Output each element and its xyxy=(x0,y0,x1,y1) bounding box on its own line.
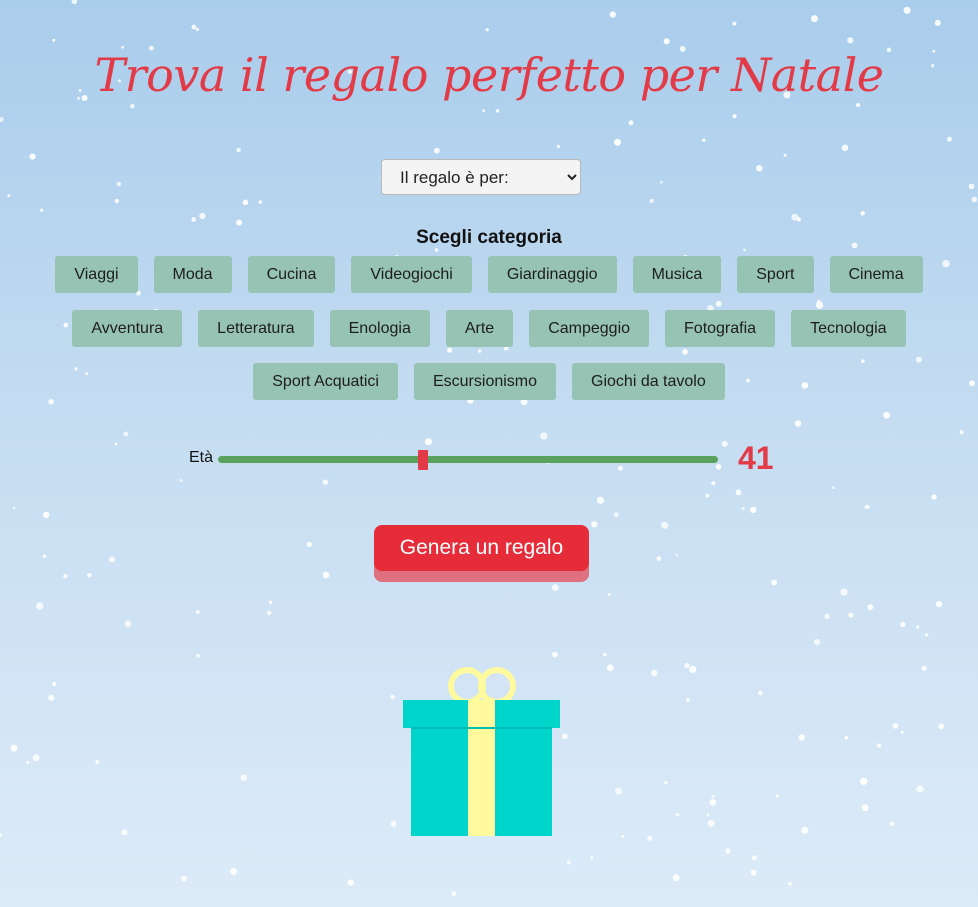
gift-box-icon xyxy=(403,667,560,836)
